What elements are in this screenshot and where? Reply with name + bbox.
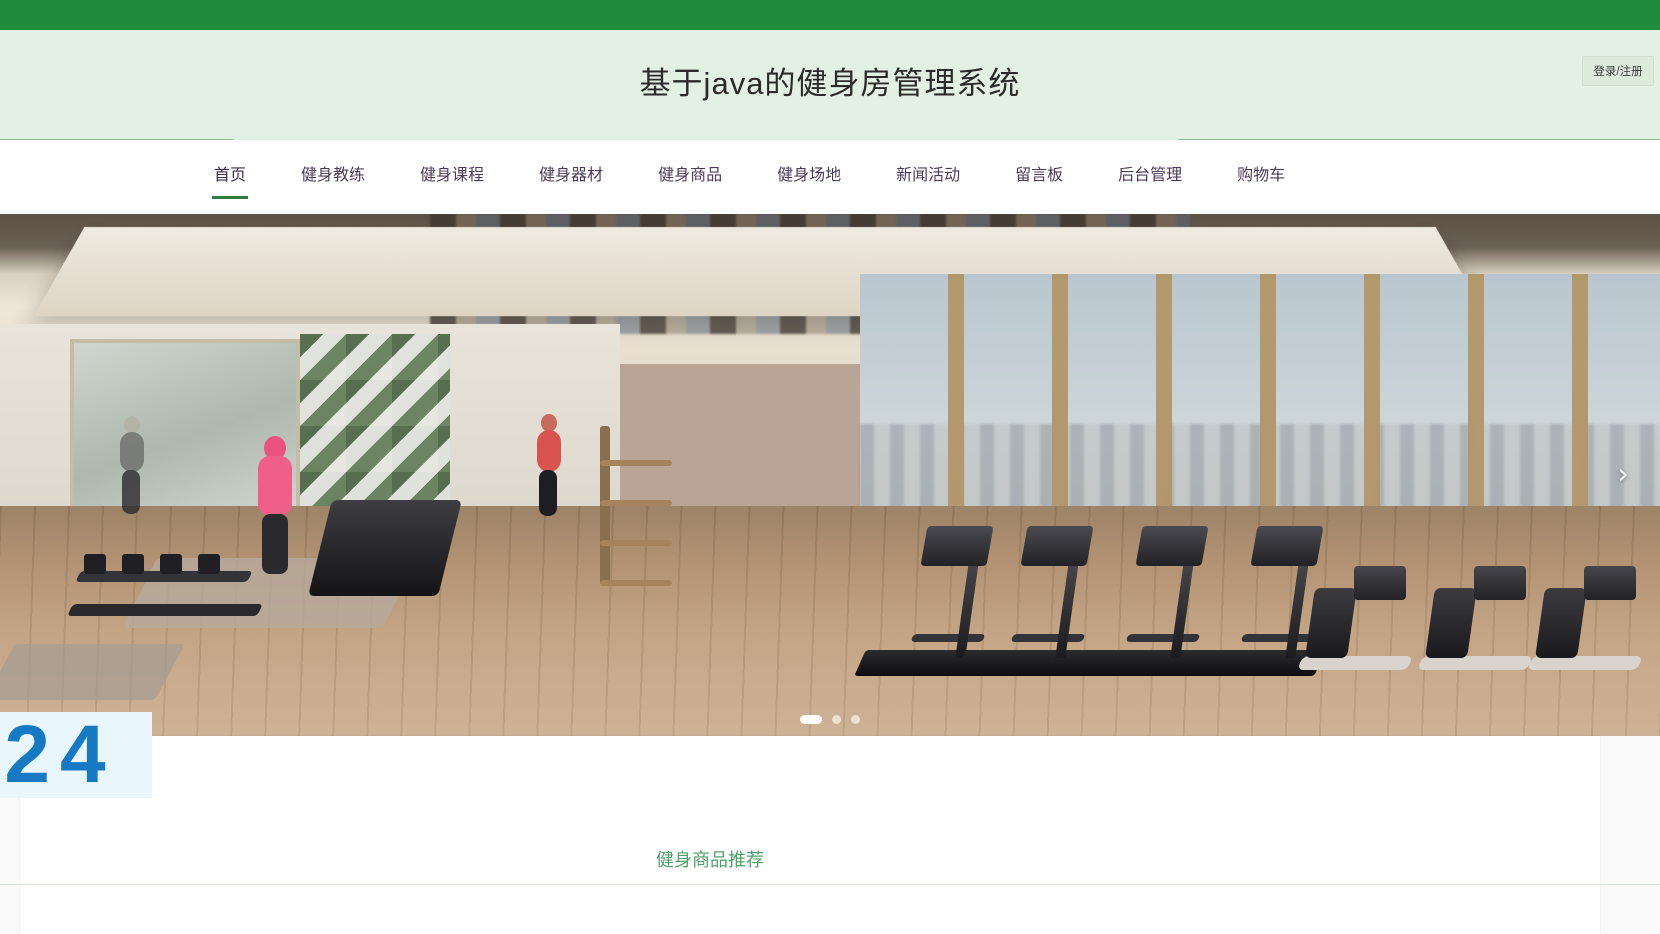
login-register-button[interactable]: 登录/注册 — [1582, 56, 1654, 86]
nav-item-venues[interactable]: 健身场地 — [775, 155, 843, 199]
nav-item-coaches[interactable]: 健身教练 — [299, 155, 367, 199]
nav-item-message-board[interactable]: 留言板 — [1013, 155, 1065, 199]
recommended-products-section: 健身商品推荐 — [0, 736, 1660, 934]
top-accent-bar — [0, 0, 1660, 30]
nav-item-products[interactable]: 健身商品 — [656, 155, 724, 199]
carousel-dot-3[interactable] — [851, 715, 860, 724]
nav-item-home[interactable]: 首页 — [212, 155, 249, 199]
recommended-products-title: 健身商品推荐 — [656, 850, 764, 870]
page-root: 基于java的健身房管理系统 登录/注册 首页 健身教练 健身课程 健身器材 健… — [0, 0, 1660, 934]
watermark-overlay: 24 — [0, 712, 152, 798]
nav-item-equipment[interactable]: 健身器材 — [537, 155, 605, 199]
carousel-indicators — [0, 715, 1660, 724]
carousel-next-arrow-icon[interactable]: › — [1608, 453, 1638, 497]
carousel-slide-image — [0, 214, 1660, 736]
page-title: 基于java的健身房管理系统 — [639, 65, 1021, 101]
main-navigation: 首页 健身教练 健身课程 健身器材 健身商品 健身场地 新闻活动 留言板 后台管… — [0, 140, 1660, 214]
nav-item-cart[interactable]: 购物车 — [1235, 155, 1287, 199]
watermark-text: 24 — [4, 712, 116, 798]
carousel-dot-1[interactable] — [800, 715, 822, 724]
nav-item-courses[interactable]: 健身课程 — [418, 155, 486, 199]
nav-item-news[interactable]: 新闻活动 — [894, 155, 962, 199]
carousel-dot-2[interactable] — [832, 715, 841, 724]
recommended-products-panel — [20, 736, 1600, 934]
section-divider — [0, 884, 1660, 885]
nav-item-admin[interactable]: 后台管理 — [1116, 155, 1184, 199]
hero-carousel[interactable]: › — [0, 214, 1660, 736]
